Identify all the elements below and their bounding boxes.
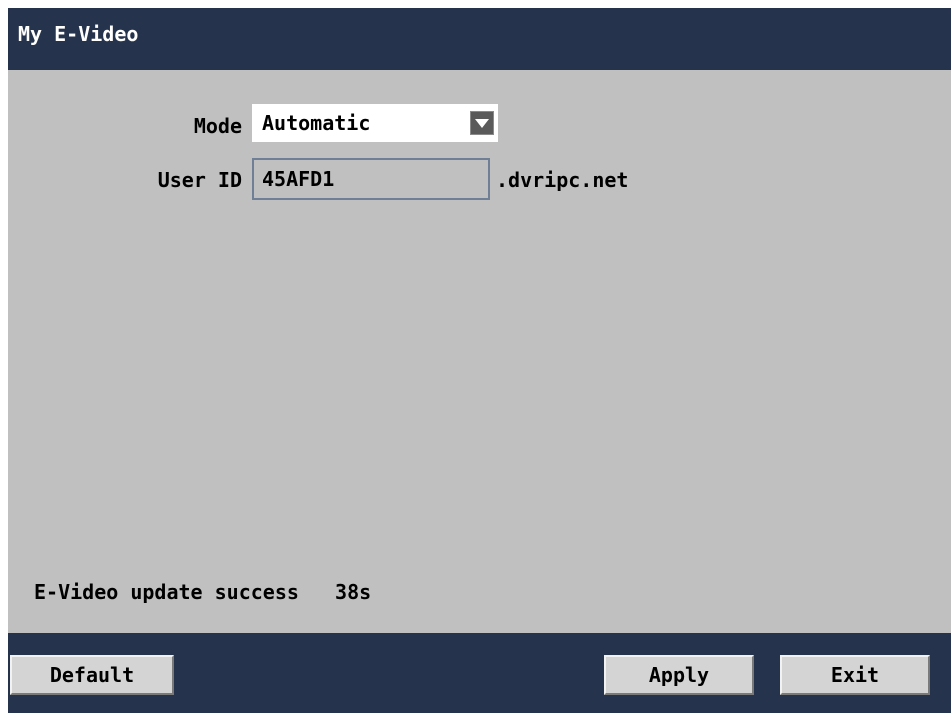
chevron-down-icon[interactable]: [470, 111, 494, 135]
user-id-label: User ID: [157, 168, 242, 192]
mode-label: Mode: [193, 114, 242, 138]
user-id-field[interactable]: 45AFD1: [252, 158, 490, 200]
status-message: E-Video update success 38s: [34, 580, 372, 604]
title-bar: My E-Video: [8, 8, 951, 70]
window-title: My E-Video: [18, 22, 139, 46]
mode-selected-value: Automatic: [262, 111, 371, 135]
default-button[interactable]: Default: [10, 655, 174, 695]
apply-button[interactable]: Apply: [604, 655, 754, 695]
dvr-settings-screen: My E-Video Mode Automatic User ID 45AFD1…: [8, 8, 951, 713]
exit-button[interactable]: Exit: [780, 655, 930, 695]
mode-select[interactable]: Automatic: [252, 104, 498, 142]
domain-suffix: .dvripc.net: [496, 168, 629, 192]
user-id-value: 45AFD1: [262, 167, 335, 191]
bottom-bar: Default Apply Exit: [8, 633, 951, 713]
